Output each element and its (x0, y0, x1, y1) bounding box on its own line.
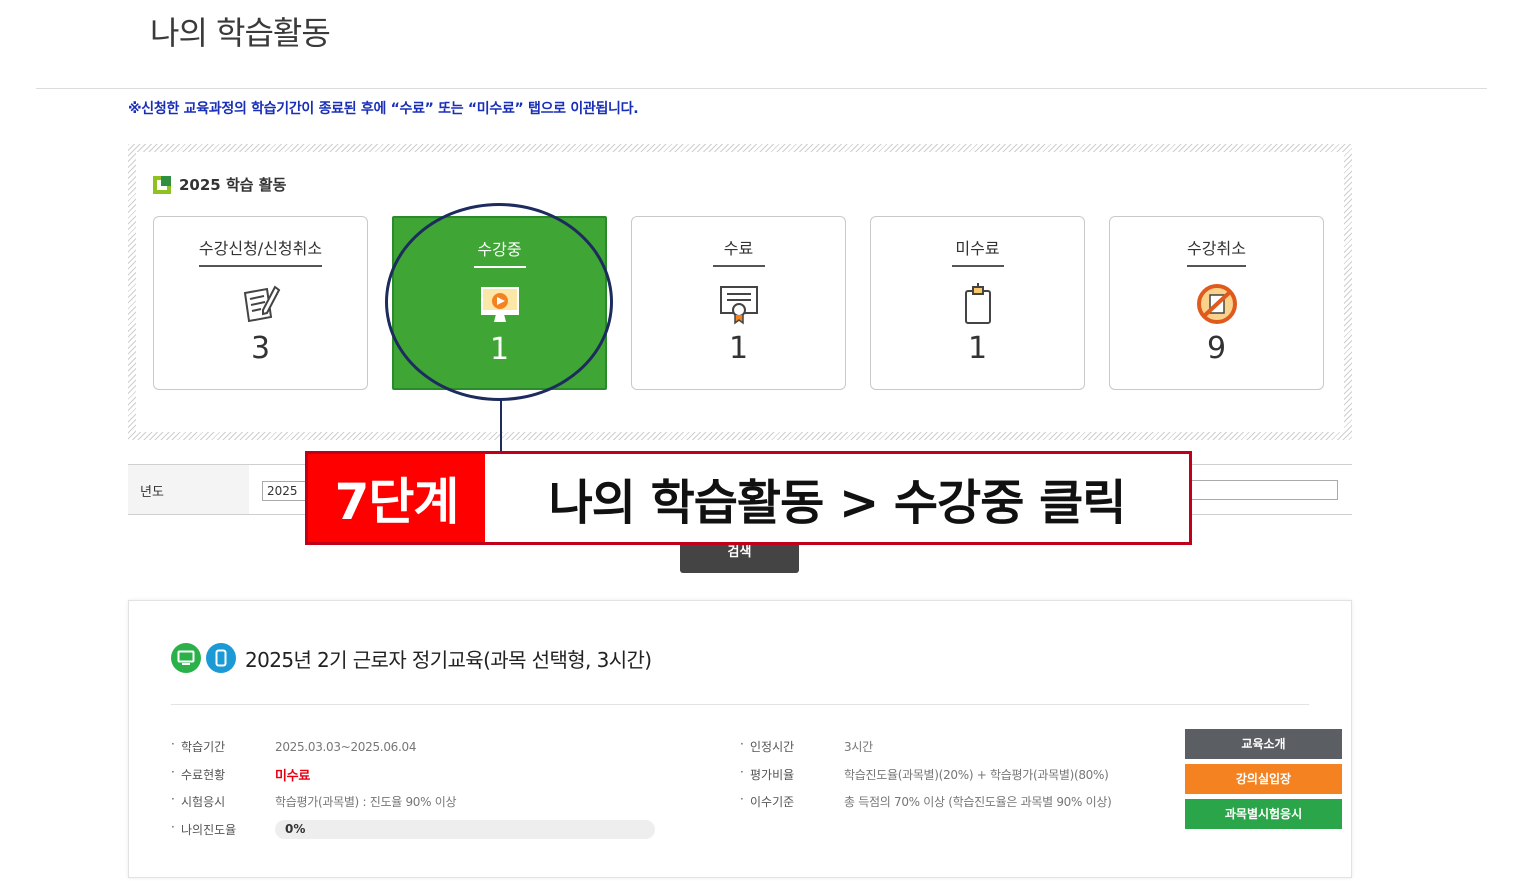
info-key: 학습기간 (171, 737, 275, 755)
card-count: 1 (728, 331, 749, 366)
course-header: 2025년 2기 근로자 정기교육(과목 선택형, 3시간) (171, 643, 652, 673)
title-divider (36, 88, 1487, 89)
step-banner: 7단계 나의 학습활동 > 수강중 클릭 (305, 451, 1192, 545)
course-card: 2025년 2기 근로자 정기교육(과목 선택형, 3시간) 학습기간 2025… (128, 600, 1352, 878)
info-key: 평가비율 (740, 765, 844, 783)
info-value: 총 득점의 70% 이상 (학습진도율은 과목별 90% 이상) (844, 795, 1112, 810)
info-key: 시험응시 (171, 792, 275, 810)
info-key: 인정시간 (740, 737, 844, 755)
info-key: 이수기준 (740, 792, 844, 810)
info-row-exam: 시험응시 학습평가(과목별) : 진도율 90% 이상 (171, 788, 655, 816)
card-count: 9 (1206, 331, 1227, 366)
card-count: 1 (967, 331, 988, 366)
info-key: 나의진도율 (171, 820, 275, 838)
card-count: 3 (250, 331, 271, 366)
cancel-icon (1194, 281, 1240, 327)
search-input[interactable] (1188, 480, 1338, 500)
card-completed[interactable]: 수료 1 (631, 216, 846, 390)
activity-heading: 2025 학습 활동 (153, 174, 286, 195)
course-title: 2025년 2기 근로자 정기교육(과목 선택형, 3시간) (245, 647, 652, 672)
card-count: 1 (489, 332, 510, 367)
subject-exam-button[interactable]: 과목별시험응시 (1185, 799, 1342, 829)
pc-icon (171, 643, 201, 673)
progress-value: 0% (285, 821, 306, 836)
course-divider (171, 704, 1309, 705)
card-label: 수강신청/신청취소 (198, 235, 323, 267)
course-info-right: 인정시간 3시간 평가비율 학습진도율(과목별)(20%) + 학습평가(과목별… (740, 733, 1112, 816)
document-pen-icon (238, 281, 284, 327)
completion-status: 미수료 (275, 768, 310, 784)
info-value: 학습평가(과목별) : 진도율 90% 이상 (275, 795, 457, 810)
info-row-criteria: 이수기준 총 득점의 70% 이상 (학습진도율은 과목별 90% 이상) (740, 788, 1112, 816)
card-not-completed[interactable]: 미수료 1 (870, 216, 1085, 390)
info-row-period: 학습기간 2025.03.03~2025.06.04 (171, 733, 655, 761)
card-in-progress[interactable]: 수강중 1 (392, 216, 607, 390)
page-title: 나의 학습활동 (150, 14, 331, 52)
info-key: 수료현황 (171, 765, 275, 783)
step-instruction: 나의 학습활동 > 수강중 클릭 (548, 475, 1127, 531)
activity-heading-text: 2025 학습 활동 (179, 176, 287, 194)
info-value: 학습진도율(과목별)(20%) + 학습평가(과목별)(80%) (844, 767, 1109, 782)
step-tag: 7단계 (308, 454, 485, 542)
callout-connector (500, 399, 502, 451)
monitor-play-icon (477, 282, 523, 328)
mobile-icon (206, 643, 236, 673)
year-label: 년도 (128, 465, 249, 514)
notice-text: ※신청한 교육과정의 학습기간이 종료된 후에 “수료” 또는 “미수료” 탭으… (128, 101, 639, 117)
info-row-ratio: 평가비율 학습진도율(과목별)(20%) + 학습평가(과목별)(80%) (740, 761, 1112, 789)
card-label: 수료 (712, 235, 765, 267)
info-value: 2025.03.03~2025.06.04 (275, 739, 417, 754)
enter-classroom-button[interactable]: 강의실입장 (1185, 764, 1342, 794)
info-row-status: 수료현황 미수료 (171, 761, 655, 789)
card-label: 미수료 (951, 235, 1004, 267)
info-row-hours: 인정시간 3시간 (740, 733, 1112, 761)
clipboard-icon (955, 281, 1001, 327)
card-enrollment[interactable]: 수강신청/신청취소 3 (153, 216, 368, 390)
square-bullet-icon (153, 175, 171, 194)
course-intro-button[interactable]: 교육소개 (1185, 729, 1342, 759)
course-info-left: 학습기간 2025.03.03~2025.06.04 수료현황 미수료 시험응시… (171, 733, 655, 843)
card-label: 수강취소 (1187, 235, 1246, 267)
learning-activity-panel: 2025 학습 활동 수강신청/신청취소 3 수강중 1 수료 1 미수료 1 … (128, 144, 1352, 440)
info-row-progress: 나의진도율 0% (171, 816, 655, 844)
certificate-icon (716, 281, 762, 327)
card-label: 수강중 (473, 236, 526, 268)
info-value: 3시간 (844, 740, 873, 755)
progress-bar: 0% (275, 819, 655, 839)
card-cancelled[interactable]: 수강취소 9 (1109, 216, 1324, 390)
